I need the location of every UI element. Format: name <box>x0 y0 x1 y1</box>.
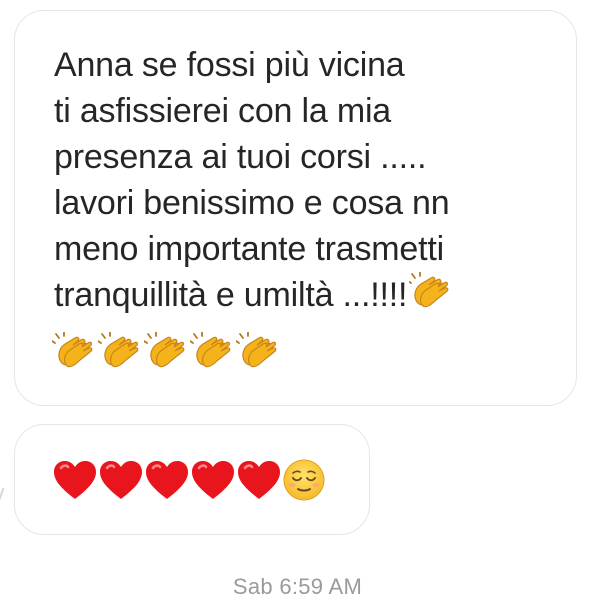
message-line: presenza ai tuoi corsi ..... <box>54 138 427 176</box>
clapping-hands-icon <box>52 332 96 372</box>
red-heart-icon <box>190 459 236 501</box>
emoji-reaction-row <box>52 458 326 502</box>
clapping-hands-icon <box>98 332 142 372</box>
red-heart-icon <box>52 459 98 501</box>
message-line: tranquillità e umiltà ...!!!! <box>54 276 408 314</box>
clapping-hands-icon <box>190 332 234 372</box>
clapping-hands-icon <box>409 272 451 312</box>
chat-screen: Anna se fossi più vicina ti asfissierei … <box>0 0 595 595</box>
message-line: Anna se fossi più vicina <box>54 46 405 84</box>
clapping-emoji-row <box>52 332 280 372</box>
swipe-indicator <box>0 488 11 502</box>
message-timestamp: Sab 6:59 AM <box>232 574 363 595</box>
red-heart-icon <box>144 459 190 501</box>
message-line: ti asfissierei con la mia <box>54 92 392 130</box>
red-heart-icon <box>236 459 282 501</box>
relieved-face-icon <box>282 458 326 502</box>
clapping-hands-icon <box>236 332 280 372</box>
message-line: lavori benissimo e cosa nn <box>54 184 450 222</box>
message-line: meno importante trasmetti <box>54 230 444 268</box>
clapping-hands-icon <box>144 332 188 372</box>
message-text: Anna se fossi più vicina ti asfissierei … <box>54 42 554 318</box>
red-heart-icon <box>98 459 144 501</box>
